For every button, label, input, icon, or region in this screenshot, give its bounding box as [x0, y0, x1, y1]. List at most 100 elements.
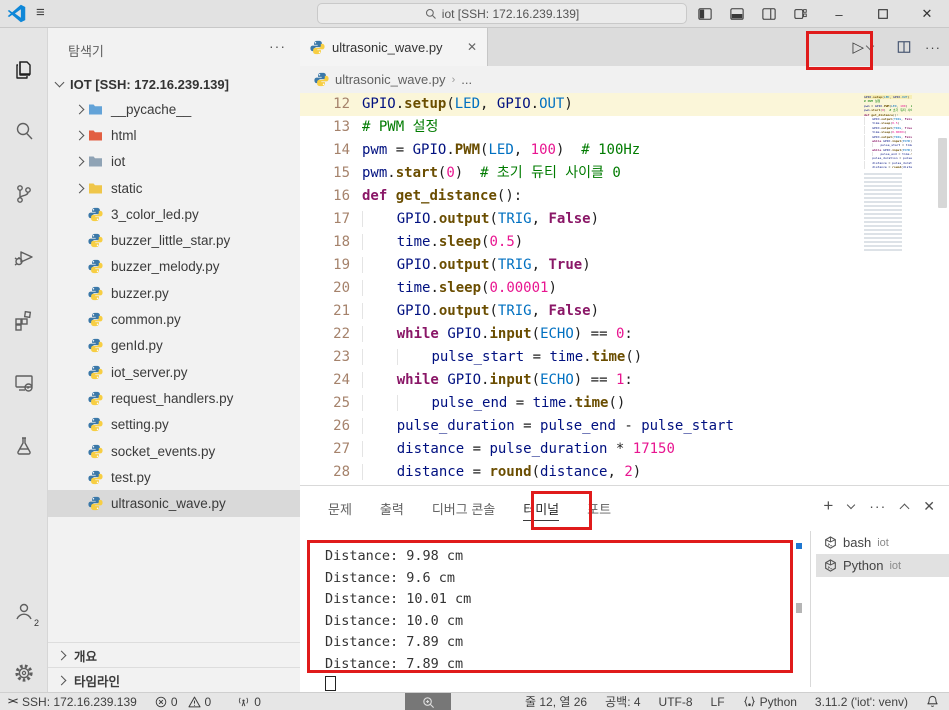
- python-interpreter[interactable]: 3.11.2 ('iot': venv): [815, 695, 908, 709]
- code-line-12[interactable]: 12GPIO.setup(LED, GPIO.OUT): [300, 93, 949, 116]
- timeline-section[interactable]: 타임라인: [48, 667, 300, 692]
- code-line-20[interactable]: 20 time.sleep(0.00001): [300, 277, 949, 300]
- line-number[interactable]: 18: [300, 231, 350, 254]
- sidebar-more-icon[interactable]: ···: [269, 38, 286, 54]
- terminal-entry-Python[interactable]: Pythoniot: [816, 554, 949, 577]
- panel-more-icon[interactable]: ···: [869, 498, 886, 514]
- code-line-26[interactable]: 26 pulse_duration = pulse_end - pulse_st…: [300, 415, 949, 438]
- tree-item-genId.py[interactable]: genId.py: [48, 333, 300, 359]
- tree-item-buzzer.py[interactable]: buzzer.py: [48, 280, 300, 306]
- tree-item-static[interactable]: static: [48, 175, 300, 201]
- code-editor[interactable]: 12GPIO.setup(LED, GPIO.OUT)13# PWM 설정14p…: [300, 93, 949, 485]
- code-line-18[interactable]: 18 time.sleep(0.5): [300, 231, 949, 254]
- minimap[interactable]: GPIO.setup(LED, GPIO.OUT)# PWM 설정pwm = G…: [864, 95, 912, 295]
- line-number[interactable]: 24: [300, 369, 350, 392]
- tree-item-test.py[interactable]: test.py: [48, 464, 300, 490]
- tree-item-buzzer_little_star.py[interactable]: buzzer_little_star.py: [48, 227, 300, 253]
- tree-item-common.py[interactable]: common.py: [48, 306, 300, 332]
- line-number[interactable]: 15: [300, 162, 350, 185]
- problems-indicator[interactable]: 0 0: [155, 695, 211, 709]
- editor-more-icon[interactable]: ···: [925, 40, 941, 55]
- code-line-27[interactable]: 27 distance = pulse_duration * 17150: [300, 438, 949, 461]
- code-line-21[interactable]: 21 GPIO.output(TRIG, False): [300, 300, 949, 323]
- close-icon[interactable]: ✕: [905, 0, 949, 28]
- toggle-secondary-sidebar-icon[interactable]: [753, 0, 785, 28]
- cursor-position[interactable]: 줄 12, 열 26: [525, 693, 587, 710]
- line-number[interactable]: 25: [300, 392, 350, 415]
- line-number[interactable]: 19: [300, 254, 350, 277]
- settings-gear-icon[interactable]: [0, 650, 47, 696]
- tree-item-iot_server.py[interactable]: iot_server.py: [48, 359, 300, 385]
- eol[interactable]: LF: [711, 695, 725, 709]
- tree-item-socket_events.py[interactable]: socket_events.py: [48, 438, 300, 464]
- maximize-icon[interactable]: [861, 0, 905, 28]
- testing-icon[interactable]: [0, 423, 47, 469]
- accounts-icon[interactable]: 2: [0, 588, 47, 634]
- code-line-13[interactable]: 13# PWM 설정: [300, 116, 949, 139]
- tree-item-setting.py[interactable]: setting.py: [48, 412, 300, 438]
- code-line-15[interactable]: 15pwm.start(0) # 초기 듀티 사이클 0: [300, 162, 949, 185]
- terminal-dropdown-icon[interactable]: [847, 500, 855, 508]
- tab-ultrasonic-wave[interactable]: ultrasonic_wave.py ✕: [300, 28, 488, 66]
- line-number[interactable]: 16: [300, 185, 350, 208]
- tree-item-__pycache__[interactable]: __pycache__: [48, 96, 300, 122]
- tree-item-3_color_led.py[interactable]: 3_color_led.py: [48, 201, 300, 227]
- menu-icon[interactable]: ≡: [36, 4, 45, 21]
- panel-tab-문제[interactable]: 문제: [314, 486, 366, 530]
- code-line-19[interactable]: 19 GPIO.output(TRIG, True): [300, 254, 949, 277]
- code-line-23[interactable]: 23 pulse_start = time.time(): [300, 346, 949, 369]
- line-number[interactable]: 12: [300, 93, 350, 116]
- notifications-bell-icon[interactable]: [926, 695, 939, 708]
- remote-explorer-icon[interactable]: [0, 360, 47, 406]
- line-number[interactable]: 13: [300, 116, 350, 139]
- tree-item-html[interactable]: html: [48, 122, 300, 148]
- line-number[interactable]: 27: [300, 438, 350, 461]
- breadcrumb[interactable]: ultrasonic_wave.py › ...: [300, 66, 949, 93]
- source-control-icon[interactable]: [0, 171, 47, 217]
- line-number[interactable]: 28: [300, 461, 350, 484]
- code-line-14[interactable]: 14pwm = GPIO.PWM(LED, 100) # 100Hz: [300, 139, 949, 162]
- line-number[interactable]: 14: [300, 139, 350, 162]
- code-line-22[interactable]: 22 while GPIO.input(ECHO) == 0:: [300, 323, 949, 346]
- toggle-panel-icon[interactable]: [721, 0, 753, 28]
- customize-layout-icon[interactable]: [785, 0, 817, 28]
- line-number[interactable]: 17: [300, 208, 350, 231]
- close-panel-icon[interactable]: ✕: [923, 498, 935, 515]
- line-number[interactable]: 20: [300, 277, 350, 300]
- tree-root-folder[interactable]: IOT [SSH: 172.16.239.139]: [48, 72, 300, 96]
- code-line-28[interactable]: 28 distance = round(distance, 2): [300, 461, 949, 484]
- editor-scrollbar[interactable]: [938, 138, 947, 208]
- command-search-box[interactable]: iot [SSH: 172.16.239.139]: [317, 3, 687, 24]
- code-line-25[interactable]: 25 pulse_end = time.time(): [300, 392, 949, 415]
- code-line-17[interactable]: 17 GPIO.output(TRIG, False): [300, 208, 949, 231]
- remote-indicator[interactable]: >< SSH: 172.16.239.139: [8, 695, 137, 709]
- line-number[interactable]: 26: [300, 415, 350, 438]
- line-number[interactable]: 21: [300, 300, 350, 323]
- new-terminal-icon[interactable]: +: [823, 496, 833, 516]
- tree-item-ultrasonic_wave.py[interactable]: ultrasonic_wave.py: [48, 490, 300, 516]
- indentation[interactable]: 공백: 4: [605, 693, 640, 710]
- explorer-icon[interactable]: [0, 46, 47, 92]
- terminal-entry-bash[interactable]: bashiot: [816, 531, 949, 554]
- run-debug-icon[interactable]: [0, 234, 47, 280]
- code-line-16[interactable]: 16def get_distance():: [300, 185, 949, 208]
- tab-close-icon[interactable]: ✕: [467, 40, 477, 54]
- line-number[interactable]: 23: [300, 346, 350, 369]
- split-editor-icon[interactable]: [897, 40, 911, 54]
- panel-tab-디버그 콘솔[interactable]: 디버그 콘솔: [418, 486, 509, 530]
- outline-section[interactable]: 개요: [48, 642, 300, 667]
- extensions-icon[interactable]: [0, 297, 47, 343]
- encoding[interactable]: UTF-8: [659, 695, 693, 709]
- tree-item-iot[interactable]: iot: [48, 149, 300, 175]
- ports-indicator[interactable]: 0: [237, 695, 261, 709]
- tree-item-buzzer_melody.py[interactable]: buzzer_melody.py: [48, 254, 300, 280]
- panel-tab-출력[interactable]: 출력: [366, 486, 418, 530]
- language-mode[interactable]: Python: [743, 695, 797, 709]
- toggle-sidebar-icon[interactable]: [689, 0, 721, 28]
- search-icon[interactable]: [0, 108, 47, 154]
- line-number[interactable]: 22: [300, 323, 350, 346]
- maximize-panel-icon[interactable]: [900, 503, 910, 513]
- tree-item-request_handlers.py[interactable]: request_handlers.py: [48, 385, 300, 411]
- code-line-24[interactable]: 24 while GPIO.input(ECHO) == 1:: [300, 369, 949, 392]
- minimize-icon[interactable]: –: [817, 0, 861, 28]
